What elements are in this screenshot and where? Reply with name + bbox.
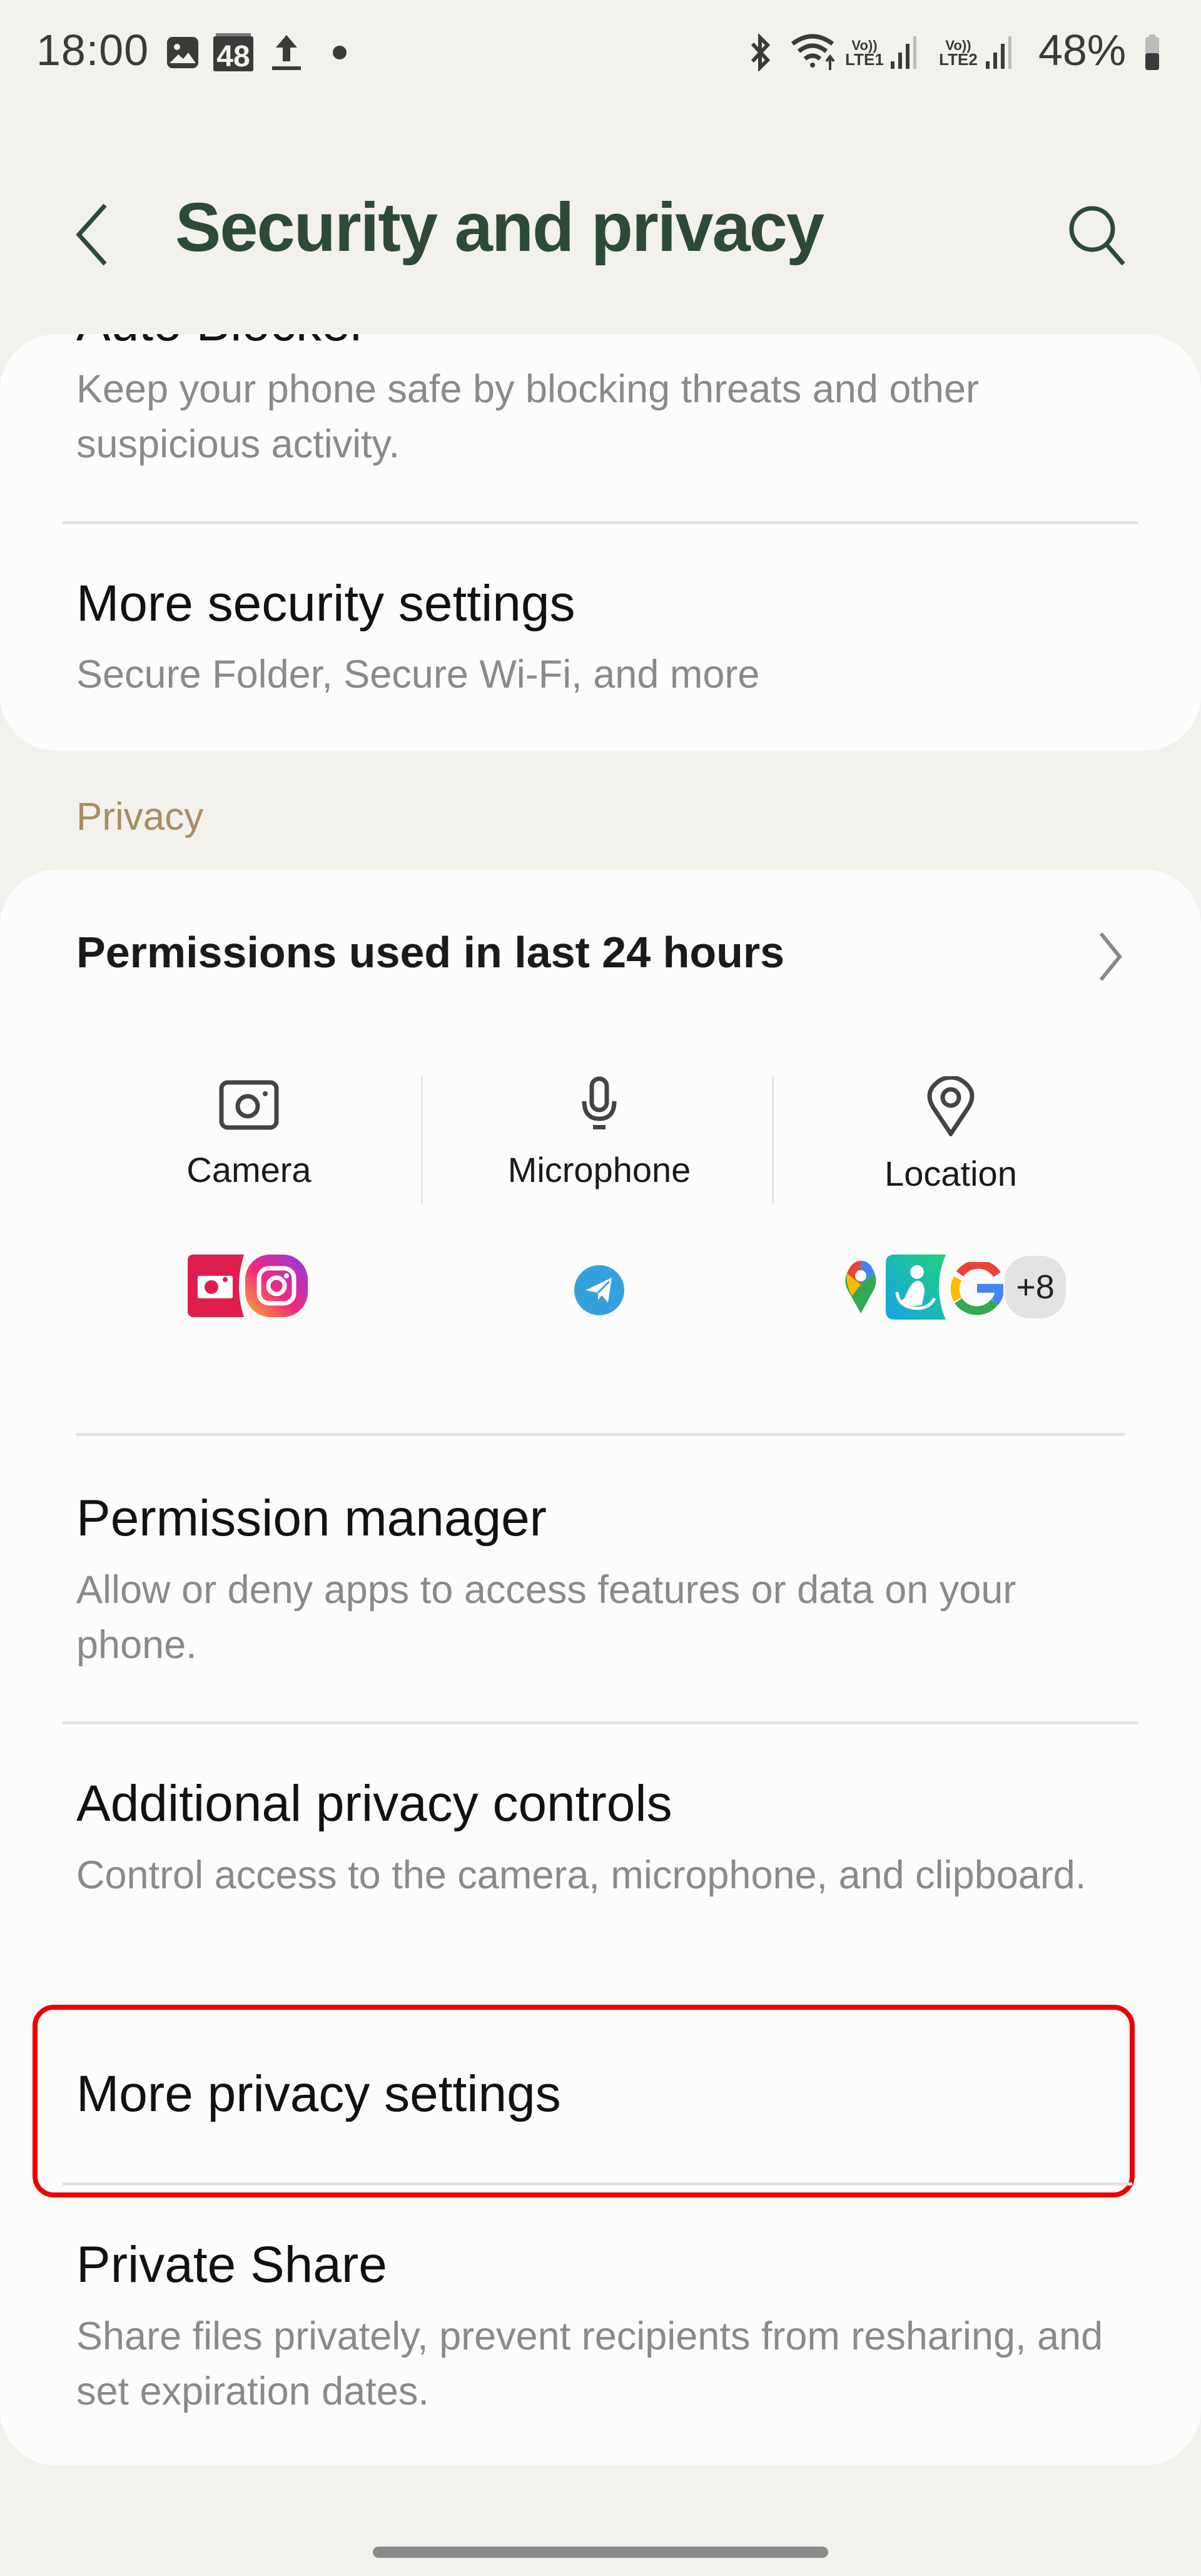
divider xyxy=(76,1433,1125,1436)
status-bar: 18:00 48 Vo)) LTE1 Vo)) LTE2 48% xyxy=(0,0,1201,106)
microphone-label: Microphone xyxy=(507,1150,691,1189)
auto-blocker-subtitle[interactable]: Keep your phone safe by blocking threats… xyxy=(76,362,1108,472)
battery-icon xyxy=(1140,34,1165,70)
permission-manager-subtitle[interactable]: Allow or deny apps to access features or… xyxy=(76,1562,1108,1672)
samsung-health-app-icon xyxy=(886,1255,946,1320)
private-share-subtitle[interactable]: Share files privately, prevent recipient… xyxy=(76,2309,1108,2419)
column-separator xyxy=(421,1076,423,1204)
google-maps-app-icon xyxy=(845,1261,876,1313)
permissions-used-title: Permissions used in last 24 hours xyxy=(76,928,785,977)
header-mask xyxy=(0,275,1201,334)
privacy-section-header: Privacy xyxy=(76,795,204,838)
signal-1-icon xyxy=(888,35,920,70)
search-icon xyxy=(1069,206,1125,266)
location-pin-icon xyxy=(927,1075,975,1138)
additional-privacy-controls-subtitle[interactable]: Control access to the camera, microphone… xyxy=(76,1848,1108,1903)
samsung-camera-app-icon xyxy=(188,1255,244,1317)
more-apps-badge: +8 xyxy=(1005,1256,1066,1318)
dot-icon xyxy=(330,35,349,70)
permission-location[interactable]: Location xyxy=(776,1075,1126,1208)
additional-privacy-controls-title[interactable]: Additional privacy controls xyxy=(76,1774,672,1833)
lte2-label: LTE2 xyxy=(939,50,978,69)
location-label: Location xyxy=(884,1154,1017,1193)
upload-icon xyxy=(268,35,305,70)
chevron-left-icon xyxy=(76,203,107,266)
chevron-right-icon xyxy=(1099,932,1122,981)
camera-icon xyxy=(219,1080,279,1130)
signal-2-icon xyxy=(983,35,1015,70)
page-title: Security and privacy xyxy=(175,189,824,266)
column-separator xyxy=(772,1076,774,1204)
telegram-app-icon xyxy=(574,1265,624,1315)
volte-lte1-icon: Vo)) LTE1 xyxy=(844,35,884,70)
more-security-settings-subtitle[interactable]: Secure Folder, Secure Wi-Fi, and more xyxy=(76,647,1108,702)
microphone-icon xyxy=(582,1076,617,1129)
status-time: 18:00 xyxy=(36,26,149,74)
google-app-icon xyxy=(950,1262,1003,1315)
permission-camera[interactable]: Camera xyxy=(74,1076,424,1208)
instagram-app-icon xyxy=(245,1255,308,1317)
home-indicator[interactable] xyxy=(373,2547,828,2558)
camera-apps xyxy=(188,1255,313,1317)
permission-manager-title[interactable]: Permission manager xyxy=(76,1489,547,1548)
permissions-used-row[interactable]: Permissions used in last 24 hours xyxy=(0,907,1201,1001)
more-privacy-settings-title[interactable]: More privacy settings xyxy=(76,2065,561,2124)
bluetooth-icon xyxy=(744,34,776,71)
divider xyxy=(63,521,1138,524)
search-button[interactable] xyxy=(1063,200,1132,269)
divider xyxy=(63,1721,1138,1724)
lte1-label: LTE1 xyxy=(845,50,884,69)
gallery-icon xyxy=(164,35,201,70)
divider xyxy=(63,2182,1132,2186)
calendar-48-icon: 48 xyxy=(211,33,255,73)
private-share-title[interactable]: Private Share xyxy=(76,2236,387,2294)
camera-label: Camera xyxy=(186,1150,312,1189)
volte-lte2-icon: Vo)) LTE2 xyxy=(938,35,978,70)
battery-percent: 48% xyxy=(1038,26,1127,74)
svg-text:48: 48 xyxy=(216,40,250,73)
back-button[interactable] xyxy=(69,200,119,269)
permission-microphone[interactable]: Microphone xyxy=(424,1076,774,1208)
more-security-settings-title[interactable]: More security settings xyxy=(76,574,575,633)
location-apps: +8 xyxy=(837,1255,1075,1323)
wifi-icon xyxy=(789,34,839,70)
